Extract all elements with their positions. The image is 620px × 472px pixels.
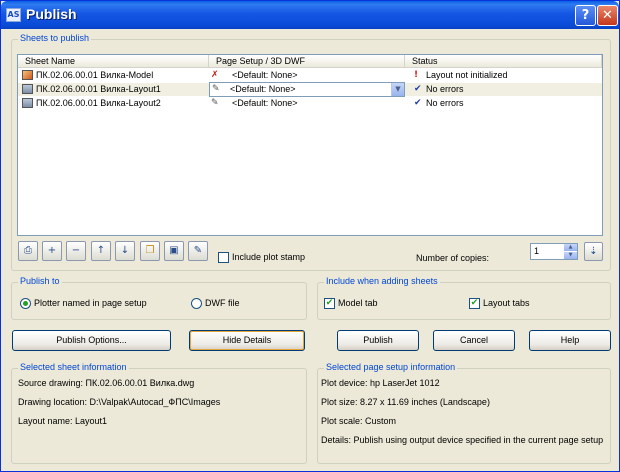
layout-tabs-label[interactable]: Layout tabs <box>483 298 530 308</box>
remove-sheets-icon[interactable]: − <box>66 241 86 261</box>
layout-sheet-icon <box>22 98 33 108</box>
page-setup-selected-value: <Default: None> <box>230 84 296 94</box>
sheets-group-title: Sheets to publish <box>18 33 92 43</box>
model-sheet-icon <box>22 70 33 80</box>
title-bar[interactable]: AS Publish ? ✕ <box>1 1 619 29</box>
selected-sheet-info-title: Selected sheet information <box>18 362 129 372</box>
page-setup-value[interactable]: <Default: None> <box>232 69 298 82</box>
publish-button[interactable]: Publish <box>337 330 419 351</box>
preview-icon[interactable]: ⎙ <box>18 241 38 261</box>
page-setup-icon: ✎ <box>211 98 219 108</box>
include-plot-stamp-checkbox[interactable] <box>218 252 229 263</box>
number-of-copies-spinner[interactable]: 1 ▲ ▼ <box>530 243 578 260</box>
sheet-status: No errors <box>426 98 464 108</box>
sheet-name: ПК.02.06.00.01 Вилка-Layout2 <box>36 98 161 108</box>
move-down-icon[interactable]: ↓ <box>115 241 135 261</box>
publish-dialog: AS Publish ? ✕ Sheets to publish Sheet N… <box>0 0 620 472</box>
page-setup-not-set-icon: ✗ <box>211 70 219 80</box>
layout-tabs-checkbox[interactable]: ✔ <box>469 298 480 309</box>
page-setup-info-title: Selected page setup information <box>324 362 458 372</box>
sheet-row[interactable]: ПК.02.06.00.01 Вилка-Model ✗ <Default: N… <box>18 69 602 82</box>
help-title-button[interactable]: ? <box>575 5 596 26</box>
column-header-status[interactable]: Status <box>405 55 602 68</box>
page-setup-dropdown[interactable]: ✎ <Default: None> ▼ <box>209 82 405 97</box>
publish-options-button[interactable]: Publish Options... <box>12 330 171 351</box>
page-setup-value[interactable]: <Default: None> <box>232 97 298 110</box>
layout-sheet-icon <box>22 84 33 94</box>
model-tab-checkbox[interactable]: ✔ <box>324 298 335 309</box>
model-tab-label[interactable]: Model tab <box>338 298 378 308</box>
dialog-title: Publish <box>26 6 77 22</box>
details-text: Details: Publish using output device spe… <box>321 435 604 445</box>
spin-up-icon[interactable]: ▲ <box>564 244 577 251</box>
dwf-file-radio[interactable] <box>191 298 202 309</box>
sheet-status: Layout not initialized <box>426 70 508 80</box>
drawing-location-text: Drawing location: D:\Valpak\Autocad_ФПС\… <box>18 397 221 407</box>
close-button[interactable]: ✕ <box>597 5 618 26</box>
plot-stamp-toggle-icon[interactable]: ⇣ <box>584 242 603 261</box>
sheet-row[interactable]: ПК.02.06.00.01 Вилка-Layout1 ✎ <Default:… <box>18 82 602 97</box>
number-of-copies-value[interactable]: 1 <box>534 244 539 259</box>
spin-down-icon[interactable]: ▼ <box>564 252 577 259</box>
sheet-name: ПК.02.06.00.01 Вилка-Model <box>36 70 154 80</box>
cancel-button[interactable]: Cancel <box>433 330 515 351</box>
save-list-icon[interactable]: ▣ <box>164 241 184 261</box>
plot-device-text: Plot device: hp LaserJet 1012 <box>321 378 440 388</box>
load-list-icon[interactable]: ❐ <box>140 241 160 261</box>
check-icon: ✔ <box>414 84 422 94</box>
publish-to-title: Publish to <box>18 276 62 286</box>
dwf-file-radio-label[interactable]: DWF file <box>205 298 240 308</box>
sheet-list[interactable]: Sheet Name Page Setup / 3D DWF Status ПК… <box>17 54 603 236</box>
check-icon: ✔ <box>414 98 422 108</box>
chevron-down-icon[interactable]: ▼ <box>391 83 404 96</box>
column-header-sheet-name[interactable]: Sheet Name <box>18 55 209 68</box>
sheet-row[interactable]: ПК.02.06.00.01 Вилка-Layout2 ✎ <Default:… <box>18 97 602 110</box>
sheet-name: ПК.02.06.00.01 Вилка-Layout1 <box>36 84 161 94</box>
number-of-copies-label: Number of copies: <box>416 253 490 263</box>
layout-name-text: Layout name: Layout1 <box>18 416 108 426</box>
page-setup-icon: ✎ <box>212 84 220 94</box>
source-drawing-text: Source drawing: ПК.02.06.00.01 Вилка.dwg <box>18 378 195 388</box>
radio-selected-dot <box>23 301 28 306</box>
help-button[interactable]: Help <box>529 330 611 351</box>
include-sheets-title: Include when adding sheets <box>324 276 440 286</box>
warning-icon: ! <box>414 70 419 80</box>
autocad-app-icon: AS <box>6 8 21 22</box>
plotter-radio-label[interactable]: Plotter named in page setup <box>34 298 147 308</box>
plot-stamp-settings-icon[interactable]: ✎ <box>188 241 208 261</box>
sheet-list-header: Sheet Name Page Setup / 3D DWF Status <box>18 55 602 68</box>
move-up-icon[interactable]: ↑ <box>91 241 111 261</box>
hide-details-button[interactable]: Hide Details <box>189 330 305 351</box>
plot-scale-text: Plot scale: Custom <box>321 416 397 426</box>
column-header-page-setup[interactable]: Page Setup / 3D DWF <box>209 55 405 68</box>
include-plot-stamp-label: Include plot stamp <box>232 252 306 262</box>
sheet-status: No errors <box>426 84 464 94</box>
add-sheets-icon[interactable]: + <box>42 241 62 261</box>
plot-size-text: Plot size: 8.27 x 11.69 inches (Landscap… <box>321 397 490 407</box>
plotter-radio[interactable] <box>20 298 31 309</box>
